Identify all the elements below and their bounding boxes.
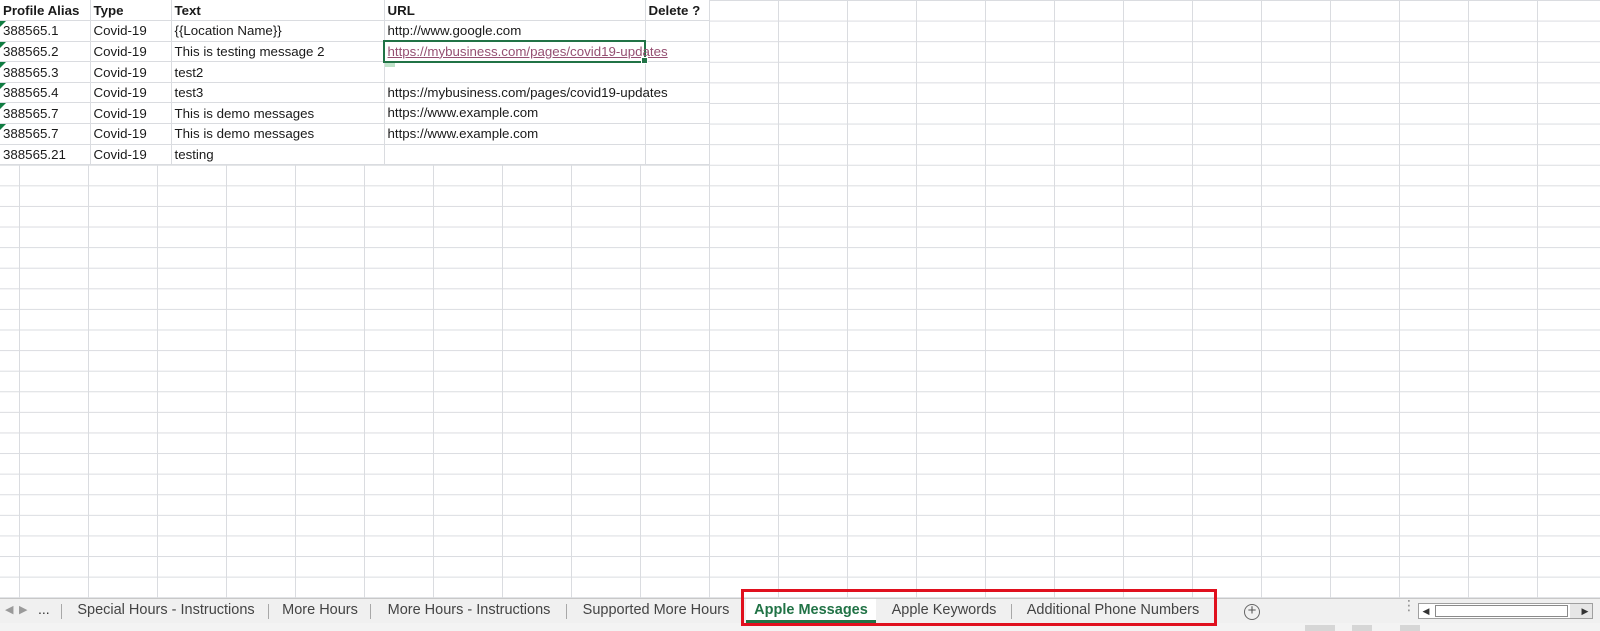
- cell-url-value: https://www.example.com: [387, 126, 539, 142]
- tab-special-hours-instructions[interactable]: Special Hours - Instructions: [66, 599, 266, 623]
- add-sheet-icon[interactable]: +: [1244, 603, 1260, 620]
- cell-type[interactable]: Covid-19: [90, 102, 172, 125]
- cell-url-selected[interactable]: https://mybusiness.com/pages/covid19-upd…: [383, 40, 668, 68]
- cell-url[interactable]: http://www.google.com: [384, 20, 646, 42]
- cell-profile-alias[interactable]: 388565.1: [0, 20, 91, 42]
- cell-profile-alias[interactable]: 388565.21: [0, 144, 91, 166]
- header-profile-alias[interactable]: Profile Alias: [0, 0, 91, 22]
- cell-type[interactable]: Covid-19: [90, 61, 172, 83]
- cell-type[interactable]: Covid-19: [90, 20, 172, 42]
- table-row: 388565.2 Covid-19 This is testing messag…: [0, 40, 710, 68]
- header-url[interactable]: URL: [384, 0, 646, 22]
- tab-supported-more-hours[interactable]: Supported More Hours: [570, 599, 742, 623]
- data-table: Profile Alias Type Text URL Delete ? 388…: [0, 0, 710, 166]
- scroll-right-icon[interactable]: ▶: [1578, 604, 1592, 618]
- cell-profile-alias[interactable]: 388565.4: [0, 82, 91, 104]
- cell-text[interactable]: This is demo messages: [171, 102, 385, 125]
- cell-type[interactable]: Covid-19: [90, 144, 172, 166]
- cell-profile-alias[interactable]: 388565.7: [0, 123, 91, 145]
- cell-url-value: https://www.example.com: [387, 105, 539, 121]
- normal-view-icon[interactable]: [1305, 625, 1335, 631]
- tab-additional-phone-numbers[interactable]: Additional Phone Numbers: [1015, 599, 1211, 623]
- fill-handle[interactable]: [640, 57, 648, 65]
- header-row: Profile Alias Type Text URL Delete ?: [0, 0, 710, 22]
- sheet-tab-bar: ◀ ▶ ... Special Hours - Instructions Mor…: [0, 598, 1600, 623]
- cell-delete[interactable]: [645, 144, 710, 166]
- cell-profile-alias[interactable]: 388565.2: [0, 41, 91, 63]
- cell-url[interactable]: https://www.example.com: [384, 102, 646, 125]
- cell-delete[interactable]: [645, 20, 710, 42]
- tab-separator: [61, 604, 62, 619]
- tab-more-hours-instructions[interactable]: More Hours - Instructions: [374, 599, 564, 623]
- cell-delete[interactable]: [645, 61, 710, 83]
- cell-text[interactable]: This is testing message 2: [171, 41, 385, 63]
- page-layout-view-icon[interactable]: [1352, 625, 1372, 631]
- table-row: 388565.21 Covid-19 testing: [0, 144, 710, 166]
- cell-url-value: http://www.google.com: [387, 23, 522, 39]
- cell-type[interactable]: Covid-19: [90, 41, 172, 63]
- table-row: 388565.7 Covid-19 This is demo messages …: [0, 123, 710, 145]
- tab-separator: [370, 604, 371, 619]
- cell-url[interactable]: https://mybusiness.com/pages/covid19-upd…: [384, 82, 668, 104]
- spreadsheet-window: Profile Alias Type Text URL Delete ? 388…: [0, 0, 1600, 631]
- more-options-icon[interactable]: ⋮: [1402, 598, 1416, 612]
- cell-type[interactable]: Covid-19: [90, 82, 172, 104]
- cell-url[interactable]: https://www.example.com: [384, 123, 646, 145]
- scroll-tabs-left-icon[interactable]: ◀: [5, 603, 13, 616]
- table-row: 388565.3 Covid-19 test2: [0, 61, 710, 83]
- header-delete[interactable]: Delete ?: [645, 0, 710, 22]
- more-tabs-button[interactable]: ...: [38, 601, 50, 617]
- table-row: 388565.4 Covid-19 test3 https://mybusine…: [0, 82, 710, 104]
- header-type[interactable]: Type: [90, 0, 172, 22]
- cell-text[interactable]: testing: [171, 144, 385, 166]
- tab-apple-keywords[interactable]: Apple Keywords: [878, 599, 1010, 623]
- horizontal-scrollbar[interactable]: ◀ ▶: [1418, 603, 1593, 619]
- table-row: 388565.1 Covid-19 {{Location Name}} http…: [0, 20, 710, 42]
- autofill-indicator: [384, 63, 395, 68]
- cell-url-value: https://mybusiness.com/pages/covid19-upd…: [387, 84, 668, 100]
- cell-profile-alias[interactable]: 388565.3: [0, 61, 91, 83]
- scrollbar-thumb[interactable]: [1435, 605, 1568, 617]
- cell-type[interactable]: Covid-19: [90, 123, 172, 145]
- scroll-tabs-right-icon[interactable]: ▶: [19, 603, 27, 616]
- tab-separator: [566, 604, 567, 619]
- tab-separator: [268, 604, 269, 619]
- cell-text[interactable]: This is demo messages: [171, 123, 385, 145]
- cell-text[interactable]: {{Location Name}}: [171, 20, 385, 42]
- header-text[interactable]: Text: [171, 0, 385, 22]
- cell-text[interactable]: test3: [171, 82, 385, 104]
- scroll-left-icon[interactable]: ◀: [1419, 604, 1433, 618]
- tab-separator: [1011, 604, 1012, 619]
- tab-more-hours[interactable]: More Hours: [272, 599, 368, 623]
- cell-url-hyperlink[interactable]: https://mybusiness.com/pages/covid19-upd…: [388, 42, 668, 61]
- worksheet-grid[interactable]: Profile Alias Type Text URL Delete ? 388…: [0, 0, 1600, 598]
- cell-text[interactable]: test2: [171, 61, 385, 83]
- cell-url[interactable]: [384, 61, 646, 83]
- tab-apple-messages[interactable]: Apple Messages: [746, 599, 876, 623]
- cell-profile-alias[interactable]: 388565.7: [0, 102, 91, 125]
- table-row: 388565.7 Covid-19 This is demo messages …: [0, 102, 710, 125]
- cell-url[interactable]: [384, 144, 646, 166]
- cell-delete[interactable]: [645, 102, 710, 125]
- page-break-view-icon[interactable]: [1400, 625, 1420, 631]
- cell-delete[interactable]: [645, 123, 710, 145]
